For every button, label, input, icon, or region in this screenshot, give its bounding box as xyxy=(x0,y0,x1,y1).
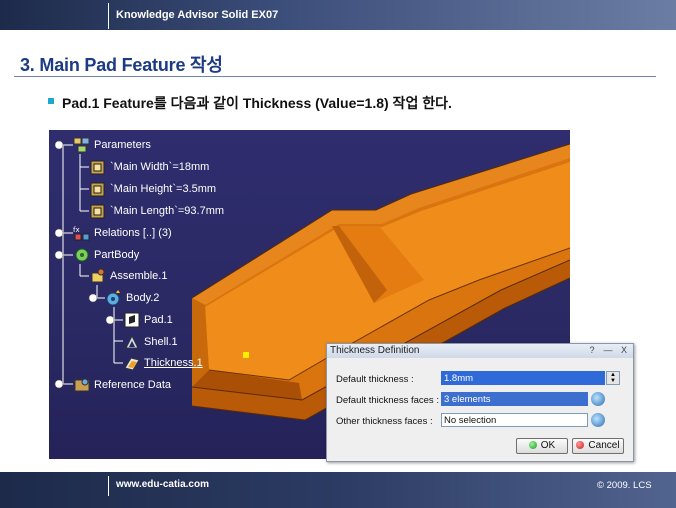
tree-label: `Main Height`=3.5mm xyxy=(110,183,217,195)
other-faces-field[interactable]: No selection xyxy=(441,413,588,427)
tree-item-pad[interactable]: Pad.1 xyxy=(123,311,173,329)
page-title: 3. Main Pad Feature 작성 xyxy=(20,55,223,75)
tree-item-reference-data[interactable]: Reference Data xyxy=(73,376,171,394)
shell-icon xyxy=(125,334,139,349)
tree-label: Shell.1 xyxy=(144,336,178,348)
bullet-marker xyxy=(48,98,54,104)
footer-divider xyxy=(108,476,109,496)
reference-data-icon xyxy=(74,378,90,392)
close-button[interactable]: X xyxy=(617,345,631,356)
parameter-icon xyxy=(90,204,105,219)
tree-label: `Main Width`=18mm xyxy=(110,161,210,173)
default-faces-list-icon[interactable] xyxy=(591,392,605,406)
default-faces-field[interactable]: 3 elements xyxy=(441,392,588,406)
body-gear-icon xyxy=(75,248,89,262)
svg-text:fx: fx xyxy=(73,226,80,234)
tree-item-relations[interactable]: fx Relations [..] (3) xyxy=(73,224,172,242)
default-thickness-label: Default thickness : xyxy=(336,374,414,385)
body-gear-icon xyxy=(106,290,120,306)
relations-icon: fx xyxy=(73,226,90,241)
tree-item-partbody[interactable]: PartBody xyxy=(73,246,139,264)
thickness-icon xyxy=(124,357,140,371)
tree-item-thickness[interactable]: Thickness.1 xyxy=(123,354,203,372)
thickness-spinner[interactable]: ▲ ▼ xyxy=(606,371,620,385)
ok-icon xyxy=(528,441,537,449)
help-button[interactable]: ? xyxy=(585,345,599,356)
other-faces-label: Other thickness faces : xyxy=(336,416,433,427)
header-divider xyxy=(108,3,109,29)
assemble-icon xyxy=(91,268,105,283)
other-faces-list-icon[interactable] xyxy=(591,413,605,427)
tree-item-body[interactable]: Body.2 xyxy=(105,289,159,307)
cancel-label: Cancel xyxy=(588,440,620,451)
parameter-icon xyxy=(90,182,105,197)
tree-item-shell[interactable]: Shell.1 xyxy=(123,333,178,351)
tree-label: `Main Length`=93.7mm xyxy=(110,205,225,217)
tree-label: Relations [..] (3) xyxy=(94,227,172,239)
tree-label: Pad.1 xyxy=(144,314,173,326)
cancel-icon xyxy=(576,441,585,449)
specification-tree[interactable]: Parameters `Main Width`=18mm `Main Heigh… xyxy=(49,130,249,459)
dialog-titlebar[interactable]: Thickness Definition ? — X xyxy=(327,344,633,358)
ok-label: OK xyxy=(540,440,556,451)
tree-item-parameters[interactable]: Parameters xyxy=(73,136,151,154)
tree-item-assemble[interactable]: Assemble.1 xyxy=(89,267,167,285)
tree-item-main-width[interactable]: `Main Width`=18mm xyxy=(89,158,209,176)
tree-item-main-height[interactable]: `Main Height`=3.5mm xyxy=(89,180,216,198)
course-title: Knowledge Advisor Solid EX07 xyxy=(116,9,279,21)
footer-bar: www.edu-catia.com xyxy=(0,472,676,508)
tree-item-main-length[interactable]: `Main Length`=93.7mm xyxy=(89,202,224,220)
tree-label: PartBody xyxy=(94,249,140,261)
tree-label: Assemble.1 xyxy=(110,270,168,282)
tree-label: Reference Data xyxy=(94,379,172,391)
ok-button[interactable]: OK xyxy=(516,438,568,454)
minimize-button[interactable]: — xyxy=(601,345,615,356)
parameter-icon xyxy=(90,160,105,175)
pad-icon xyxy=(124,312,140,328)
instruction-text: Pad.1 Feature를 다음과 같이 Thickness (Value=1… xyxy=(62,95,452,111)
header-bar: Knowledge Advisor Solid EX07 xyxy=(0,0,676,30)
parameters-icon xyxy=(73,137,90,153)
tree-label: Parameters xyxy=(94,139,151,151)
dialog-title: Thickness Definition xyxy=(330,345,420,356)
tree-label: Body.2 xyxy=(126,292,160,304)
default-thickness-field[interactable]: 1.8mm xyxy=(441,371,605,385)
copyright-text: © 2009. LCS xyxy=(597,480,652,491)
footer-url[interactable]: www.edu-catia.com xyxy=(116,479,209,490)
tree-label: Thickness.1 xyxy=(144,357,203,369)
title-divider xyxy=(14,76,656,77)
cancel-button[interactable]: Cancel xyxy=(572,438,624,454)
default-faces-label: Default thickness faces : xyxy=(336,395,439,406)
